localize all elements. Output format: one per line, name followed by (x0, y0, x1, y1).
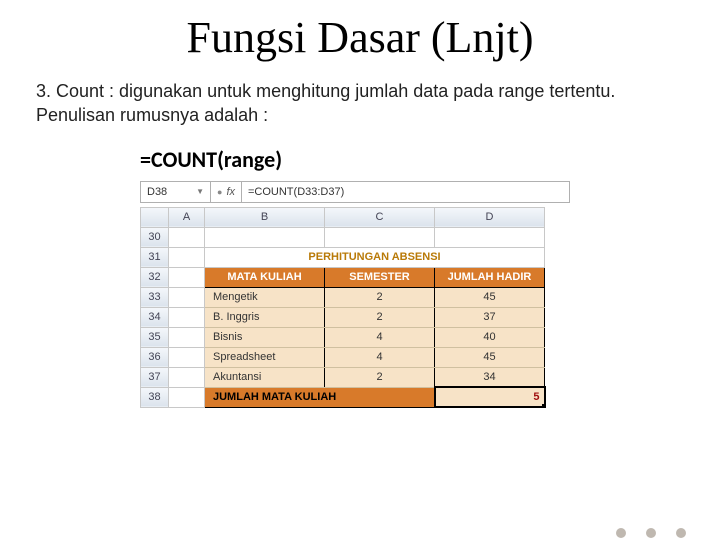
cell[interactable] (325, 227, 435, 247)
cell-hadir[interactable]: 45 (435, 347, 545, 367)
col-header-d[interactable]: D (435, 207, 545, 227)
chevron-down-icon[interactable]: ▼ (196, 187, 204, 196)
cell[interactable] (169, 367, 205, 387)
cell-hadir[interactable]: 37 (435, 307, 545, 327)
cell[interactable] (169, 347, 205, 367)
cell[interactable] (435, 227, 545, 247)
cell-reference: D38 (147, 186, 167, 198)
row-header[interactable]: 36 (141, 347, 169, 367)
row-30: 30 (141, 227, 545, 247)
spreadsheet-grid: A B C D 30 31 PERHITUNGAN ABSENSI 32 (140, 207, 546, 409)
cell[interactable] (169, 247, 205, 267)
col-header-c[interactable]: C (325, 207, 435, 227)
cell-sem[interactable]: 2 (325, 367, 435, 387)
summary-value[interactable]: 5 (435, 387, 545, 407)
col-header-a[interactable]: A (169, 207, 205, 227)
cell-mk[interactable]: B. Inggris (205, 307, 325, 327)
row-header[interactable]: 32 (141, 267, 169, 287)
row-header[interactable]: 37 (141, 367, 169, 387)
cell-sem[interactable]: 4 (325, 327, 435, 347)
cell[interactable] (169, 327, 205, 347)
row-36: 36 Spreadsheet 4 45 (141, 347, 545, 367)
cell-mk[interactable]: Mengetik (205, 287, 325, 307)
fx-icon[interactable]: fx (226, 186, 235, 198)
header-jumlah-hadir[interactable]: JUMLAH HADIR (435, 267, 545, 287)
cell-mk[interactable]: Bisnis (205, 327, 325, 347)
formula-input[interactable]: =COUNT(D33:D37) (242, 182, 569, 202)
formula-bar: D38 ▼ ● fx =COUNT(D33:D37) (140, 181, 570, 203)
row-31: 31 PERHITUNGAN ABSENSI (141, 247, 545, 267)
row-37: 37 Akuntansi 2 34 (141, 367, 545, 387)
cell[interactable] (169, 267, 205, 287)
header-semester[interactable]: SEMESTER (325, 267, 435, 287)
summary-label[interactable]: JUMLAH MATA KULIAH (205, 387, 435, 407)
fx-controls: ● fx (211, 182, 242, 202)
row-header[interactable]: 38 (141, 387, 169, 407)
cell[interactable] (169, 387, 205, 407)
cell[interactable] (169, 287, 205, 307)
column-header-row: A B C D (141, 207, 545, 227)
cell-hadir[interactable]: 34 (435, 367, 545, 387)
row-header[interactable]: 34 (141, 307, 169, 327)
row-header[interactable]: 33 (141, 287, 169, 307)
cell[interactable] (169, 227, 205, 247)
cell-hadir[interactable]: 40 (435, 327, 545, 347)
slide-indicator (616, 528, 686, 538)
row-header[interactable]: 31 (141, 247, 169, 267)
body-paragraph: 3. Count : digunakan untuk menghitung ju… (36, 79, 684, 128)
cell-sem[interactable]: 2 (325, 307, 435, 327)
circle-icon: ● (217, 187, 222, 197)
row-32: 32 MATA KULIAH SEMESTER JUMLAH HADIR (141, 267, 545, 287)
table-title[interactable]: PERHITUNGAN ABSENSI (205, 247, 545, 267)
col-header-b[interactable]: B (205, 207, 325, 227)
dot-icon (646, 528, 656, 538)
cell-hadir[interactable]: 45 (435, 287, 545, 307)
dot-icon (616, 528, 626, 538)
formula-syntax: =COUNT(range) (140, 146, 570, 173)
header-mata-kuliah[interactable]: MATA KULIAH (205, 267, 325, 287)
row-33: 33 Mengetik 2 45 (141, 287, 545, 307)
cell[interactable] (169, 307, 205, 327)
dot-icon (676, 528, 686, 538)
row-35: 35 Bisnis 4 40 (141, 327, 545, 347)
select-all-corner[interactable] (141, 207, 169, 227)
cell[interactable] (205, 227, 325, 247)
cell-sem[interactable]: 4 (325, 347, 435, 367)
cell-mk[interactable]: Spreadsheet (205, 347, 325, 367)
row-header[interactable]: 30 (141, 227, 169, 247)
row-38: 38 JUMLAH MATA KULIAH 5 (141, 387, 545, 407)
cell-sem[interactable]: 2 (325, 287, 435, 307)
excel-screenshot: =COUNT(range) D38 ▼ ● fx =COUNT(D33:D37)… (140, 146, 570, 409)
row-34: 34 B. Inggris 2 37 (141, 307, 545, 327)
cell-mk[interactable]: Akuntansi (205, 367, 325, 387)
row-header[interactable]: 35 (141, 327, 169, 347)
slide-title: Fungsi Dasar (Lnjt) (0, 12, 720, 63)
name-box[interactable]: D38 ▼ (141, 182, 211, 202)
